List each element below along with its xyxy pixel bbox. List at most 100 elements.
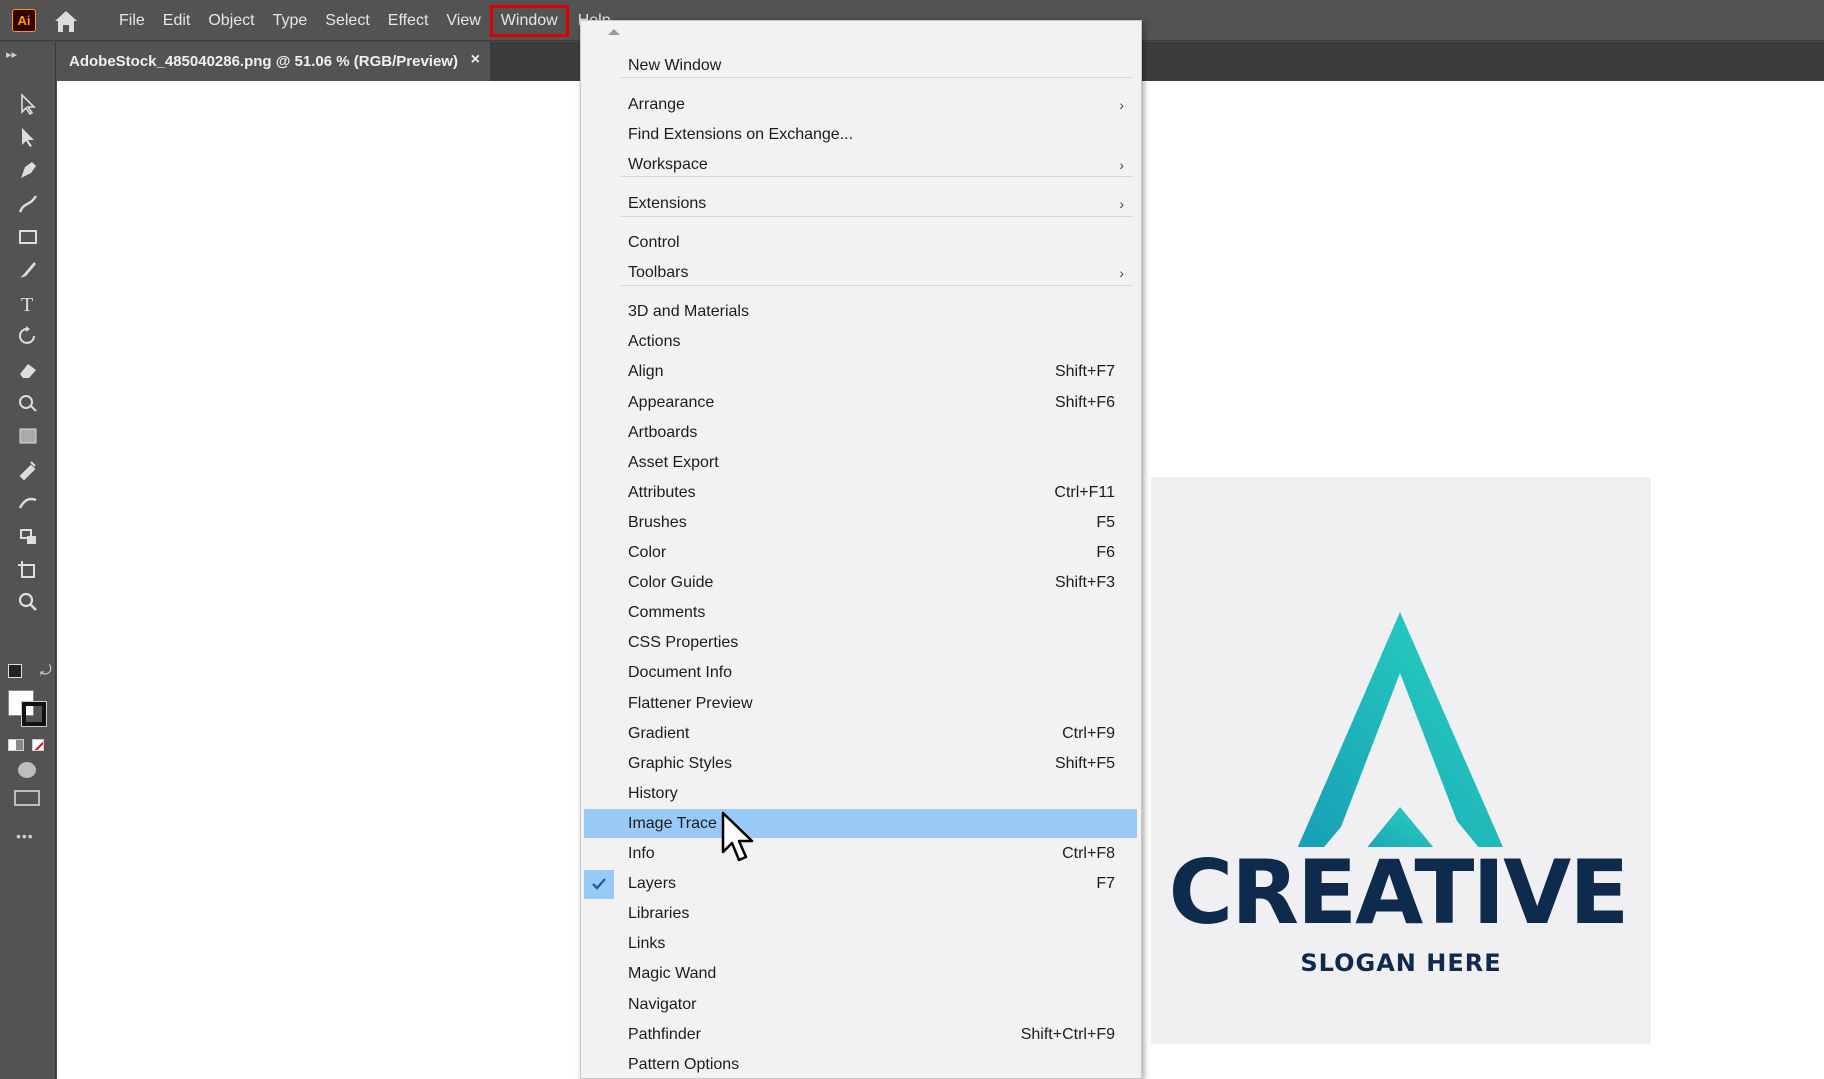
menu-item-control[interactable]: Control — [584, 229, 1137, 258]
menu-item-label: Toolbars — [628, 264, 689, 282]
menu-item-flattener-preview[interactable]: Flattener Preview — [584, 689, 1137, 718]
menu-window[interactable]: Window — [489, 4, 569, 37]
menu-item-css-properties[interactable]: CSS Properties — [584, 629, 1137, 658]
menu-item-label: Workspace — [628, 155, 708, 173]
menu-item-navigator[interactable]: Navigator — [584, 990, 1137, 1019]
puppet-warp-tool-icon[interactable] — [12, 488, 44, 516]
menu-item-image-trace[interactable]: Image Trace — [584, 809, 1137, 839]
menu-item-label: Actions — [628, 333, 681, 351]
eraser-tool-icon[interactable] — [12, 356, 44, 384]
menu-items: File Edit Object Type Select Effect View Window… — [110, 0, 620, 41]
shape-builder-tool-icon[interactable] — [12, 389, 44, 417]
menu-item-shortcut: Shift+Ctrl+F9 — [1020, 1025, 1115, 1043]
menu-edit[interactable]: Edit — [154, 5, 200, 37]
artboard-tool-icon[interactable] — [12, 555, 44, 583]
menu-item-magic-wand[interactable]: Magic Wand — [584, 960, 1137, 989]
menu-item-label: Control — [628, 234, 680, 251]
menu-item-align[interactable]: Align Shift+F7 — [584, 358, 1137, 387]
rotate-tool-icon[interactable] — [12, 322, 44, 350]
menu-separator — [621, 284, 1133, 286]
menu-item-label: Arrange — [628, 95, 685, 113]
checkmark-icon — [584, 869, 614, 899]
menu-item-info[interactable]: Info Ctrl+F8 — [584, 840, 1137, 869]
live-paint-tool-icon[interactable] — [12, 522, 44, 550]
zoom-tool-icon[interactable] — [12, 588, 44, 616]
swap-fill-stroke-icon[interactable]: ⤾ — [40, 662, 52, 679]
rectangle-tool-icon[interactable] — [12, 223, 44, 251]
direct-selection-tool-icon[interactable] — [12, 123, 44, 151]
color-mode-icon[interactable] — [8, 739, 24, 751]
menu-item-label: Color Guide — [628, 574, 714, 592]
menu-item-shortcut: F5 — [1096, 513, 1115, 531]
menu-item-pattern-options[interactable]: Pattern Options — [584, 1050, 1137, 1079]
menu-item-find-extensions-on-exchange[interactable]: Find Extensions on Exchange... — [584, 120, 1137, 149]
stroke-swatch[interactable] — [21, 701, 47, 727]
document-tab[interactable]: AdobeStock_485040286.png @ 51.06 % (RGB/… — [56, 42, 490, 81]
none-color-icon[interactable] — [32, 739, 44, 751]
selection-tool-icon[interactable] — [12, 90, 44, 118]
menu-item-shortcut: F7 — [1096, 875, 1115, 893]
type-tool-icon[interactable]: T — [12, 289, 44, 317]
menu-object[interactable]: Object — [199, 5, 263, 37]
menu-item-asset-export[interactable]: Asset Export — [584, 448, 1137, 477]
draw-mode-icon[interactable] — [18, 762, 36, 778]
menu-item-label: Align — [628, 363, 664, 381]
menu-file[interactable]: File — [110, 5, 154, 37]
menu-item-extensions[interactable]: Extensions › — [584, 189, 1137, 218]
menu-item-gradient[interactable]: Gradient Ctrl+F9 — [584, 719, 1137, 748]
more-tools-icon[interactable]: ••• — [16, 828, 34, 844]
menu-view[interactable]: View — [437, 5, 489, 37]
menu-item-workspace[interactable]: Workspace › — [584, 150, 1137, 179]
default-fill-stroke-icon[interactable] — [8, 664, 22, 678]
menu-item-history[interactable]: History — [584, 779, 1137, 808]
menu-item-pathfinder[interactable]: Pathfinder Shift+Ctrl+F9 — [584, 1020, 1137, 1049]
mouse-cursor-icon — [721, 811, 754, 862]
menu-item-arrange[interactable]: Arrange › — [584, 90, 1137, 119]
menu-item-toolbars[interactable]: Toolbars › — [584, 259, 1137, 288]
menu-type[interactable]: Type — [264, 5, 317, 37]
curvature-tool-icon[interactable] — [12, 190, 44, 218]
svg-text:T: T — [21, 294, 33, 315]
menu-item-graphic-styles[interactable]: Graphic Styles Shift+F5 — [584, 749, 1137, 778]
menu-select[interactable]: Select — [316, 5, 378, 37]
eyedropper-tool-icon[interactable] — [12, 455, 44, 483]
menu-item-label: Document Info — [628, 664, 733, 682]
menu-item-color-guide[interactable]: Color Guide Shift+F3 — [584, 569, 1137, 598]
menu-item-label: Magic Wand — [628, 965, 717, 983]
menu-item-label: Brushes — [628, 513, 687, 531]
illustrator-window: Ai File Edit Object Type Select Effect View Win… — [0, 0, 1824, 1079]
placed-image[interactable]: CREATIVE SLOGAN HERE — [1151, 477, 1651, 1044]
menu-item-document-info[interactable]: Document Info — [584, 659, 1137, 688]
menu-item-comments[interactable]: Comments — [584, 599, 1137, 628]
menu-item-brushes[interactable]: Brushes F5 — [584, 508, 1137, 537]
menu-item-appearance[interactable]: Appearance Shift+F6 — [584, 388, 1137, 417]
menu-item-actions[interactable]: Actions — [584, 328, 1137, 357]
menu-item-new-window[interactable]: New Window — [584, 51, 1137, 80]
menu-item-shortcut: Ctrl+F11 — [1054, 483, 1115, 501]
menu-item-label: New Window — [628, 56, 722, 74]
gradient-tool-icon[interactable] — [12, 422, 44, 450]
menu-item-attributes[interactable]: Attributes Ctrl+F11 — [584, 478, 1137, 507]
menu-item-label: Asset Export — [628, 453, 719, 471]
scroll-up-icon[interactable] — [608, 29, 620, 35]
logo-slogan: SLOGAN HERE — [1300, 949, 1502, 977]
menu-item-label: Pattern Options — [628, 1055, 740, 1073]
home-icon[interactable] — [52, 8, 80, 34]
pen-tool-icon[interactable] — [12, 156, 44, 184]
menu-item-3d-and-materials[interactable]: 3D and Materials — [584, 298, 1137, 327]
menu-item-links[interactable]: Links — [584, 930, 1137, 959]
close-tab-icon[interactable]: × — [471, 51, 480, 69]
menu-item-artboards[interactable]: Artboards — [584, 418, 1137, 447]
menu-item-label: Color — [628, 544, 667, 561]
menu-effect[interactable]: Effect — [379, 5, 438, 37]
paintbrush-tool-icon[interactable] — [12, 256, 44, 284]
menu-item-color[interactable]: Color F6 — [584, 539, 1137, 568]
menu-item-label: Libraries — [628, 905, 690, 923]
menu-item-label: Comments — [628, 604, 706, 622]
app-logo: Ai — [12, 9, 36, 32]
collapse-panel-icon[interactable]: ▸▸ — [6, 48, 17, 61]
menu-item-libraries[interactable]: Libraries — [584, 900, 1137, 929]
menu-item-label: Attributes — [628, 483, 696, 501]
screen-mode-icon[interactable] — [14, 790, 40, 806]
menu-item-layers[interactable]: Layers F7 — [584, 869, 1137, 899]
